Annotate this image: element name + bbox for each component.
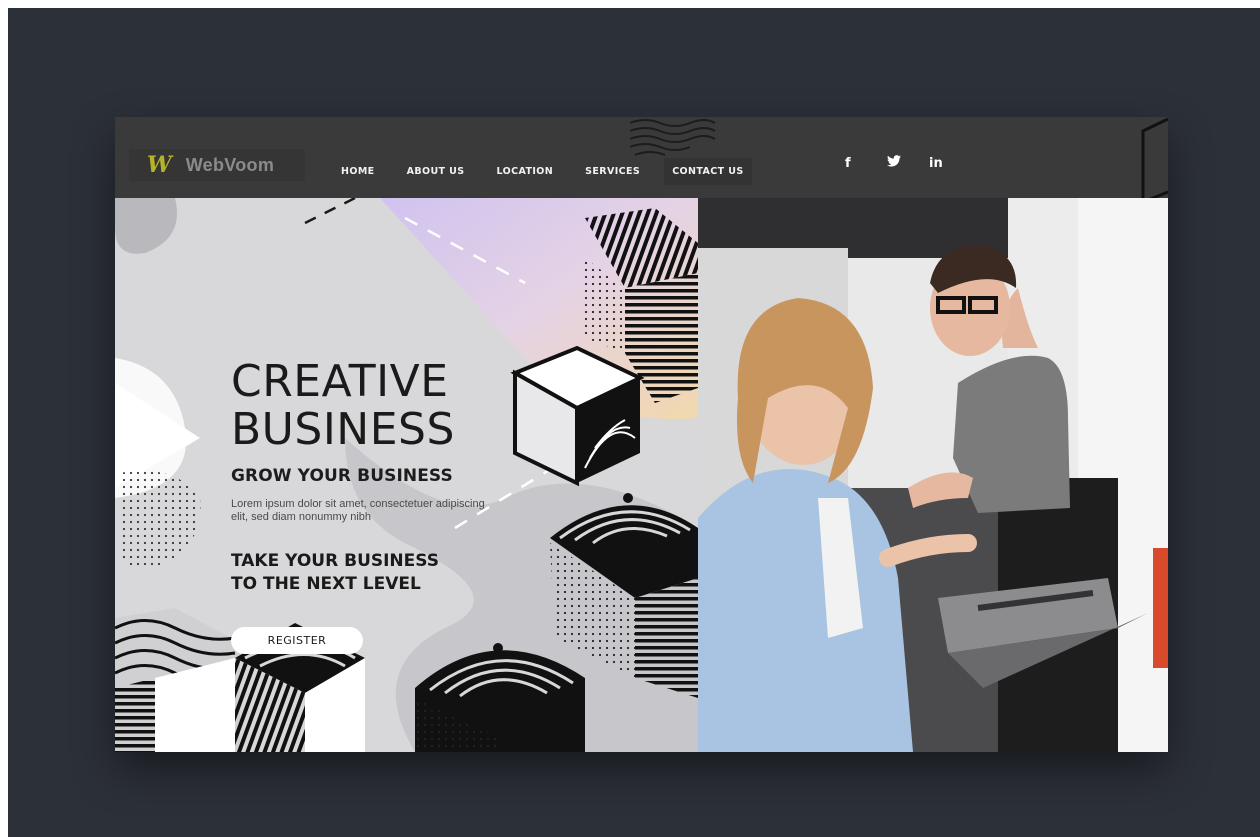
nav-about-us[interactable]: ABOUT US [407, 166, 465, 177]
hero-description: Lorem ipsum dolor sit amet, consectetuer… [231, 498, 485, 523]
hero-headline: CREATIVE BUSINESS [231, 358, 455, 454]
website-mockup: W WebVoom HOME ABOUT US LOCATION SERVICE… [115, 117, 1168, 752]
tagline-line-2: TO THE NEXT LEVEL [231, 574, 421, 594]
linkedin-icon[interactable]: in [929, 156, 971, 171]
brand-logo[interactable]: W WebVoom [129, 149, 305, 181]
wave-decoration [629, 119, 715, 156]
twitter-icon[interactable] [887, 155, 929, 171]
page-backdrop: W WebVoom HOME ABOUT US LOCATION SERVICE… [8, 8, 1260, 837]
nav-location[interactable]: LOCATION [497, 166, 554, 177]
headline-line-2: BUSINESS [231, 404, 455, 455]
nav-contact-us[interactable]: CONTACT US [664, 158, 752, 185]
register-button[interactable]: REGISTER [231, 627, 363, 654]
social-links: f in [845, 155, 971, 171]
nav-home[interactable]: HOME [341, 166, 375, 177]
hero-subhead: GROW YOUR BUSINESS [231, 466, 453, 486]
cube-outline-decoration [1141, 117, 1168, 205]
hero-tagline: TAKE YOUR BUSINESS TO THE NEXT LEVEL [231, 550, 481, 596]
hero-photo [698, 198, 1168, 752]
facebook-icon[interactable]: f [845, 156, 887, 171]
nav-services[interactable]: SERVICES [585, 166, 640, 177]
headline-line-1: CREATIVE [231, 356, 449, 407]
tagline-line-1: TAKE YOUR BUSINESS [231, 551, 440, 571]
navbar: W WebVoom HOME ABOUT US LOCATION SERVICE… [115, 117, 1168, 205]
logo-mark: W [147, 152, 172, 178]
hero-section: CREATIVE BUSINESS GROW YOUR BUSINESS Lor… [115, 198, 698, 752]
brand-name: WebVoom [185, 154, 275, 175]
main-nav: HOME ABOUT US LOCATION SERVICES CONTACT … [341, 158, 784, 185]
office-people-photo [698, 198, 1168, 752]
